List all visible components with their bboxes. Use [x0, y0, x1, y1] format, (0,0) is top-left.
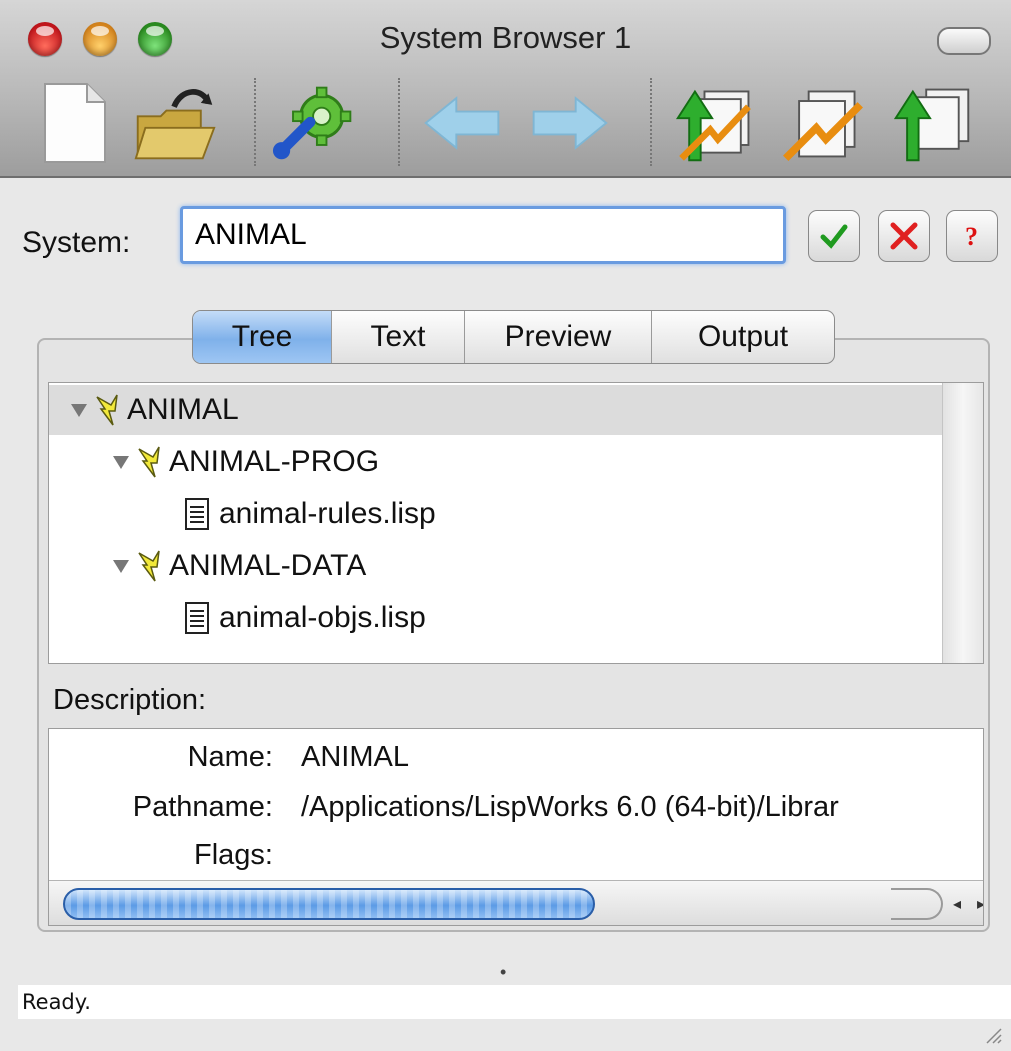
- tree-node-label: animal-objs.lisp: [219, 601, 426, 634]
- load-system-icon: [675, 89, 751, 162]
- question-icon: ?: [965, 222, 978, 251]
- new-document-icon: [44, 83, 106, 163]
- system-input-container: [180, 206, 786, 264]
- description-value: /Applications/LispWorks 6.0 (64-bit)/Lib…: [301, 791, 839, 823]
- x-icon: [890, 222, 918, 250]
- tree-vertical-scrollbar[interactable]: [942, 383, 983, 663]
- system-input[interactable]: [183, 209, 783, 261]
- scroll-left-arrow-icon[interactable]: ◂: [945, 889, 969, 919]
- tab-preview[interactable]: Preview: [465, 311, 652, 363]
- system-lightning-icon: [138, 550, 160, 582]
- window-title: System Browser 1: [379, 20, 632, 55]
- new-document-button[interactable]: [30, 80, 116, 166]
- checkmark-icon: [820, 224, 848, 249]
- description-row-name: Name: ANIMAL: [49, 741, 983, 783]
- disclosure-triangle-icon[interactable]: [71, 403, 87, 417]
- system-lightning-icon: [138, 446, 160, 478]
- tree-node-label: ANIMAL-PROG: [169, 445, 380, 478]
- description-label: Description:: [53, 684, 207, 716]
- scrollbar-track-end: [891, 888, 943, 920]
- disclosure-triangle-icon[interactable]: [113, 559, 129, 573]
- upload-files-icon: [893, 88, 970, 162]
- svg-text:?: ?: [965, 222, 978, 251]
- load-system-button[interactable]: [672, 80, 758, 166]
- description-panel: Name: ANIMAL Pathname: /Applications/Lis…: [48, 728, 984, 926]
- resize-grip-icon[interactable]: [983, 1025, 1003, 1045]
- disclosure-triangle-icon[interactable]: [113, 455, 129, 469]
- file-document-icon: [185, 498, 209, 530]
- scroll-right-arrow-icon[interactable]: ▸: [969, 889, 983, 919]
- forward-button[interactable]: [526, 80, 612, 166]
- tab-bar: Tree Text Preview Output: [192, 310, 835, 364]
- description-row-flags: Flags:: [49, 839, 983, 881]
- tree-node-animal-prog[interactable]: ANIMAL-PROG: [49, 437, 943, 487]
- tree-node-label: ANIMAL: [127, 393, 239, 426]
- back-button[interactable]: [420, 80, 506, 166]
- cancel-button[interactable]: [878, 210, 930, 262]
- help-button[interactable]: ?: [946, 210, 998, 262]
- forward-arrow-icon: [532, 96, 608, 150]
- tab-tree[interactable]: Tree: [193, 311, 332, 363]
- upload-files-button[interactable]: [888, 80, 974, 166]
- description-key: Name:: [187, 741, 273, 773]
- tree-node-animal-data[interactable]: ANIMAL-DATA: [49, 541, 943, 591]
- scrollbar-thumb[interactable]: [63, 888, 595, 920]
- settings-tools-button[interactable]: [272, 80, 358, 166]
- open-folder-button[interactable]: [132, 80, 218, 166]
- title-toolbar-area: System Browser 1: [0, 0, 1011, 178]
- system-tree[interactable]: ANIMAL ANIMAL-PROG animal-rules.lisp ANI…: [48, 382, 984, 664]
- splitter-grip-icon[interactable]: •: [500, 962, 510, 982]
- tree-node-animal-rules-lisp[interactable]: animal-rules.lisp: [49, 489, 943, 539]
- tree-node-label: animal-rules.lisp: [219, 497, 436, 530]
- settings-tools-icon: [272, 86, 352, 160]
- open-folder-icon: [134, 89, 216, 160]
- file-document-icon: [185, 602, 209, 634]
- description-key: Flags:: [194, 839, 273, 871]
- system-lightning-icon: [96, 394, 118, 426]
- compile-system-button[interactable]: [780, 80, 866, 166]
- ok-button[interactable]: [808, 210, 860, 262]
- tree-node-animal-objs-lisp[interactable]: animal-objs.lisp: [49, 593, 943, 643]
- system-browser-window: System Browser 1 System: ANIMAL ? Tree T…: [0, 0, 1011, 1051]
- back-arrow-icon: [424, 96, 500, 150]
- description-row-pathname: Pathname: /Applications/LispWorks 6.0 (6…: [49, 791, 983, 833]
- tab-output[interactable]: Output: [652, 311, 834, 363]
- tab-text[interactable]: Text: [332, 311, 465, 363]
- description-horizontal-scrollbar[interactable]: ◂ ▸: [49, 880, 983, 925]
- status-bar: Ready.: [18, 985, 1011, 1019]
- toolbar-toggle-button[interactable]: [937, 27, 991, 55]
- tree-node-animal[interactable]: ANIMAL: [49, 385, 943, 435]
- compile-system-icon: [783, 90, 863, 162]
- description-value: ANIMAL: [301, 741, 409, 773]
- description-key: Pathname:: [132, 791, 273, 823]
- tree-node-label: ANIMAL-DATA: [169, 549, 367, 582]
- system-label: System:: [22, 226, 131, 259]
